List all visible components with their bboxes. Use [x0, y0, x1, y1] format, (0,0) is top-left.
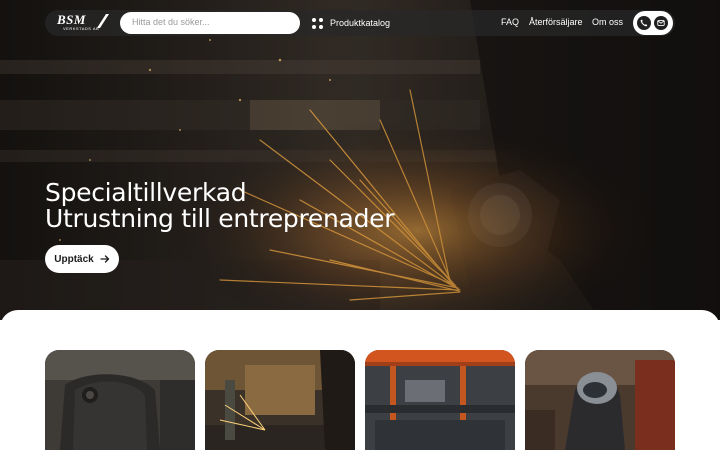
- top-navbar: BSM VERKSTADS AB Hitta det du söker... P…: [45, 10, 675, 36]
- brand-logo[interactable]: BSM VERKSTADS AB: [57, 12, 109, 33]
- page: BSM VERKSTADS AB Hitta det du söker... P…: [0, 0, 720, 450]
- nav-link-faq[interactable]: FAQ: [501, 17, 519, 27]
- category-card-buckets[interactable]: [45, 350, 195, 450]
- search-input[interactable]: Hitta det du söker...: [120, 12, 300, 34]
- category-card-custom[interactable]: [525, 350, 675, 450]
- steel-parts-rack-photo: [365, 350, 515, 450]
- product-catalog-label: Produktkatalog: [330, 18, 391, 28]
- welder-with-mask-photo: [525, 350, 675, 450]
- hero-headline-line1: Specialtillverkad: [45, 178, 247, 207]
- hero-headline: Specialtillverkad Utrustning till entrep…: [45, 178, 395, 233]
- brand-logo-subtitle: VERKSTADS AB: [63, 26, 100, 31]
- hero-headline-line2: Utrustning till entreprenader: [45, 204, 395, 233]
- nav-link-about[interactable]: Om oss: [592, 17, 623, 27]
- category-card-parts[interactable]: [365, 350, 515, 450]
- product-catalog-button[interactable]: Produktkatalog: [312, 16, 390, 30]
- search-placeholder: Hitta det du söker...: [132, 17, 210, 27]
- workshop-welding-photo: [205, 350, 355, 450]
- contact-buttons: [633, 11, 673, 35]
- discover-button[interactable]: Upptäck: [45, 245, 119, 273]
- hero-section: BSM VERKSTADS AB Hitta det du söker... P…: [0, 0, 720, 320]
- email-button[interactable]: [654, 16, 668, 30]
- discover-button-label: Upptäck: [54, 253, 94, 265]
- phone-icon: [640, 19, 648, 27]
- mail-icon: [657, 20, 665, 26]
- nav-link-resellers[interactable]: Återförsäljare: [529, 17, 583, 27]
- product-categories-section: [0, 310, 720, 450]
- excavator-bucket-photo: [45, 350, 195, 450]
- category-card-workshop[interactable]: [205, 350, 355, 450]
- phone-button[interactable]: [637, 16, 651, 30]
- grid-dots-icon: [312, 17, 323, 29]
- arrow-right-icon: [100, 255, 109, 263]
